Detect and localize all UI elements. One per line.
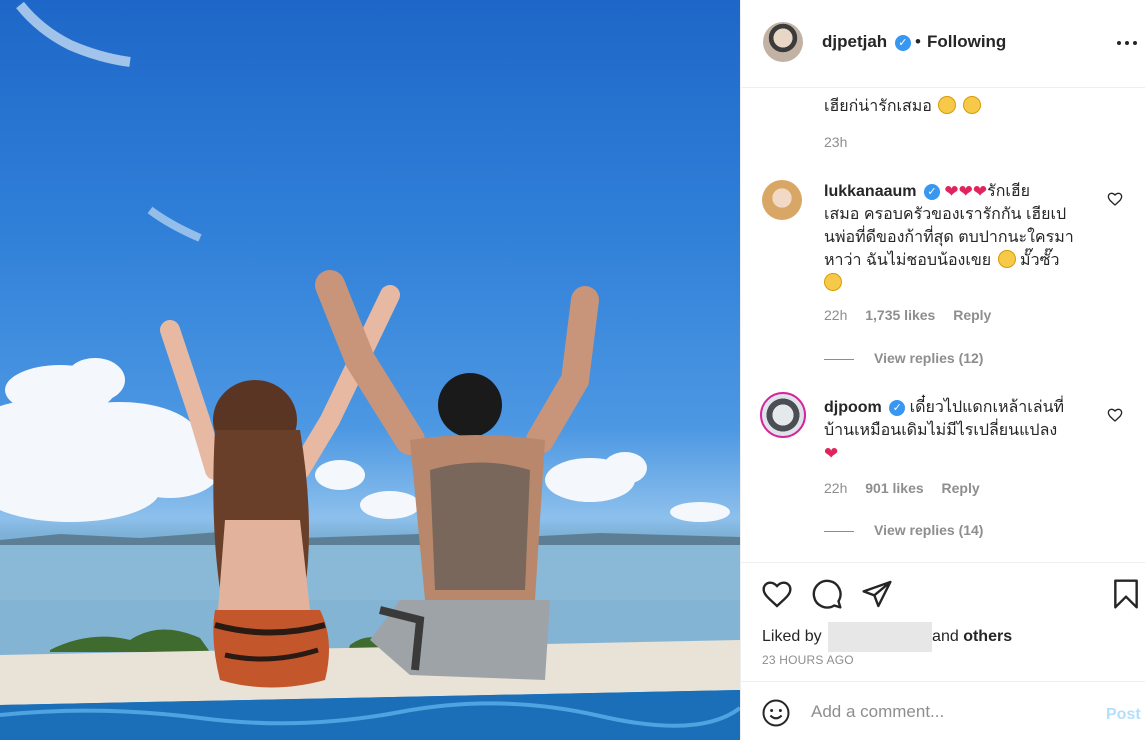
post-side-panel: djpetjah ✓ • Following เฮียก่น่ารักเสมอ … bbox=[740, 0, 1145, 740]
liked-by-text: Liked by and others bbox=[762, 622, 1012, 652]
caption-text: เฮียก่น่ารักเสมอ bbox=[824, 95, 981, 118]
add-comment-input[interactable] bbox=[811, 700, 1091, 724]
comment-text-line: รักเฮีย bbox=[987, 183, 1031, 200]
comment-text-line: เดี๋ยวไปแดกเหล้าเล่นที่ bbox=[909, 399, 1065, 416]
more-options-icon[interactable] bbox=[1116, 36, 1138, 50]
replies-line-divider bbox=[824, 358, 854, 360]
reply-button[interactable]: Reply bbox=[953, 307, 991, 323]
caption-text-body: เฮียก่น่ารักเสมอ bbox=[824, 98, 932, 115]
comment-text-line: เสมอ ครอบครัวของเรารักกัน เฮียเป bbox=[824, 206, 1067, 223]
comment-text-line: บ้านเหมือนเดิมไม่มีไรเปลี่ยนแปลง bbox=[824, 422, 1058, 439]
commenter-avatar[interactable] bbox=[762, 180, 802, 220]
grinning-face-icon bbox=[938, 96, 957, 114]
reply-button[interactable]: Reply bbox=[942, 480, 980, 496]
comment-djpoom: djpoom ✓ เดี๋ยวไปแดกเหล้าเล่นที่ บ้านเหม… bbox=[824, 396, 1099, 465]
add-comment-bar: Post bbox=[741, 681, 1145, 740]
comment-lukkanaaum: lukkanaaum ✓ ❤❤❤รักเฮีย เสมอ ครอบครัวของ… bbox=[824, 180, 1099, 295]
separator-dot: • bbox=[915, 32, 921, 51]
red-heart-icon: ❤ bbox=[972, 182, 988, 201]
verified-badge-icon: ✓ bbox=[894, 35, 911, 51]
view-replies-button[interactable]: View replies (12) bbox=[824, 350, 983, 366]
like-heart-icon[interactable] bbox=[761, 578, 793, 610]
commenter-username[interactable]: lukkanaaum bbox=[824, 183, 916, 200]
comment-meta: 22h 1,735 likes Reply bbox=[824, 307, 1005, 323]
following-button[interactable]: Following bbox=[927, 32, 1006, 52]
smiling-face-with-hearts-icon bbox=[962, 96, 981, 114]
face-rolling-eyes-icon bbox=[997, 250, 1016, 268]
comment-time: 22h bbox=[824, 307, 848, 323]
replies-line-divider bbox=[824, 530, 854, 532]
liked-by-others-link[interactable]: others bbox=[963, 628, 1012, 645]
comment-text-line: นพ่อที่ดีของก้าที่สุด ตบปากนะใครมา bbox=[824, 229, 1074, 246]
view-replies-button[interactable]: View replies (14) bbox=[824, 522, 983, 538]
author-username-text[interactable]: djpetjah bbox=[822, 32, 887, 51]
verified-badge-icon: ✓ bbox=[889, 400, 906, 416]
red-heart-icon: ❤ bbox=[958, 182, 973, 201]
post-photo-scene bbox=[0, 1, 740, 740]
comments-list[interactable]: เฮียก่น่ารักเสมอ 23h lukkanaaum ✓ ❤❤❤รัก… bbox=[741, 89, 1145, 562]
verified-badge-icon: ✓ bbox=[923, 184, 940, 200]
post-photo[interactable] bbox=[0, 0, 740, 740]
caption-time: 23h bbox=[824, 134, 848, 150]
post-time-ago[interactable]: 23 HOURS AGO bbox=[762, 653, 854, 667]
liked-by-prefix: Liked by bbox=[762, 628, 822, 646]
save-bookmark-icon[interactable] bbox=[1111, 578, 1141, 610]
view-replies-label[interactable]: View replies (12) bbox=[874, 350, 983, 366]
blurred-username bbox=[828, 622, 933, 652]
author-username[interactable]: djpetjah ✓ bbox=[822, 32, 911, 52]
post-actions: Liked by and others 23 HOURS AGO bbox=[741, 562, 1145, 680]
comment-bubble-icon[interactable] bbox=[811, 578, 843, 610]
post-comment-button[interactable]: Post bbox=[1106, 706, 1141, 724]
like-comment-heart-icon[interactable] bbox=[1107, 407, 1123, 423]
post-header: djpetjah ✓ • Following bbox=[741, 0, 1145, 88]
author-avatar[interactable] bbox=[763, 22, 803, 62]
commenter-avatar[interactable] bbox=[760, 392, 806, 438]
face-rolling-eyes-icon bbox=[824, 273, 842, 291]
emoji-smiley-icon[interactable] bbox=[761, 698, 791, 728]
red-heart-icon: ❤ bbox=[824, 444, 839, 463]
commenter-username[interactable]: djpoom bbox=[824, 399, 882, 416]
share-paper-plane-icon[interactable] bbox=[861, 578, 893, 610]
caption-meta: 23h bbox=[824, 134, 861, 150]
comment-time: 22h bbox=[824, 480, 848, 496]
view-replies-label[interactable]: View replies (14) bbox=[874, 522, 983, 538]
red-heart-icon: ❤ bbox=[944, 182, 959, 201]
comment-likes[interactable]: 1,735 likes bbox=[865, 307, 935, 323]
comment-meta: 22h 901 likes Reply bbox=[824, 480, 994, 496]
comment-text-line: มั๊วซั๊ว bbox=[1020, 252, 1060, 269]
comment-text-line: หาว่า ฉันไม่ชอบน้องเขย bbox=[824, 252, 992, 269]
like-comment-heart-icon[interactable] bbox=[1107, 191, 1123, 207]
liked-by-and: and bbox=[932, 628, 959, 646]
comment-likes[interactable]: 901 likes bbox=[865, 480, 923, 496]
